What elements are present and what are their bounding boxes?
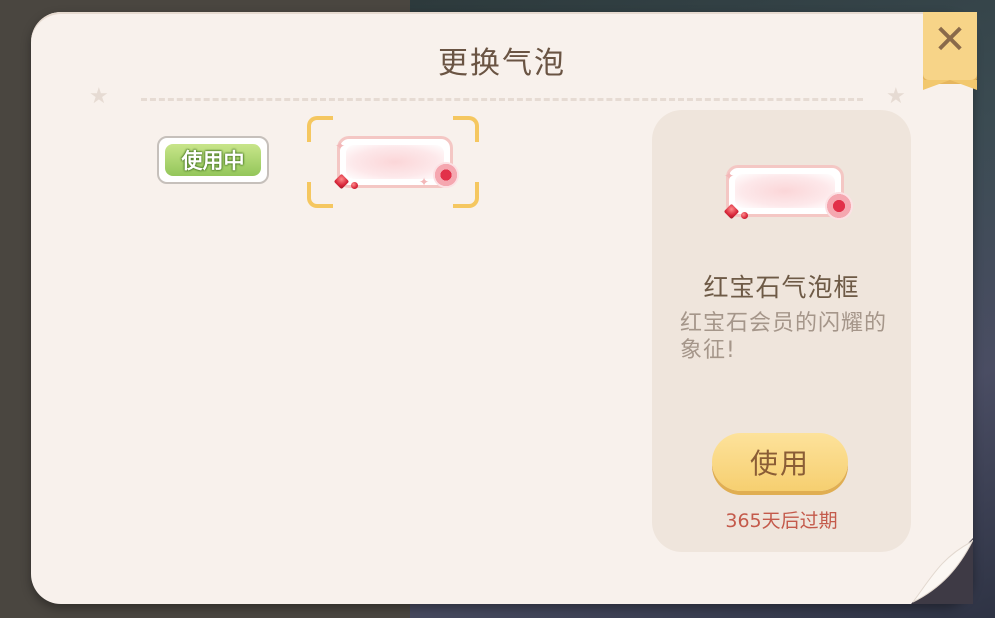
bubble-detail-card: ✦ ✦ 红宝石气泡框 红宝石会员的闪耀的象征! 使用 365天后过期 (652, 110, 911, 552)
sparkle-icon: ✦ (419, 175, 430, 189)
sparkle-icon: ✦ (724, 169, 735, 183)
expiry-text: 365天后过期 (725, 510, 838, 532)
in-use-badge-fill: 使用中 (165, 144, 261, 176)
dialog-title: 更换气泡 (438, 46, 566, 81)
bubble-description: 红宝石会员的闪耀的象征! (680, 311, 888, 363)
selection-corner (307, 182, 333, 208)
ruby-rosette-icon (825, 192, 853, 220)
bubble-name: 红宝石气泡框 (703, 273, 860, 302)
title-divider (141, 98, 863, 101)
in-use-label: 使用中 (181, 149, 245, 173)
selection-corner (307, 116, 333, 142)
in-use-badge: 使用中 (157, 136, 269, 184)
use-button-label: 使用 (749, 447, 810, 480)
ruby-rosette-icon (433, 162, 459, 188)
change-bubble-dialog: 更换气泡 ★ ★ ✕ 使用中 ✦ ✦ ✦ ✦ 红宝石气泡框 红宝石会员的闪耀的 (31, 12, 977, 604)
star-icon: ★ (89, 84, 109, 109)
use-button[interactable]: 使用 (712, 433, 848, 491)
ruby-gem-icon (741, 212, 748, 219)
page-curl-decoration (911, 538, 973, 604)
star-icon: ★ (886, 84, 906, 109)
selection-corner (453, 116, 479, 142)
close-button[interactable]: ✕ (923, 12, 977, 90)
bubble-item-ruby[interactable]: ✦ ✦ (307, 116, 479, 208)
selection-corner (453, 182, 479, 208)
ruby-gem-icon (351, 182, 358, 189)
close-icon[interactable]: ✕ (923, 20, 977, 60)
sparkle-icon: ✦ (335, 139, 346, 153)
